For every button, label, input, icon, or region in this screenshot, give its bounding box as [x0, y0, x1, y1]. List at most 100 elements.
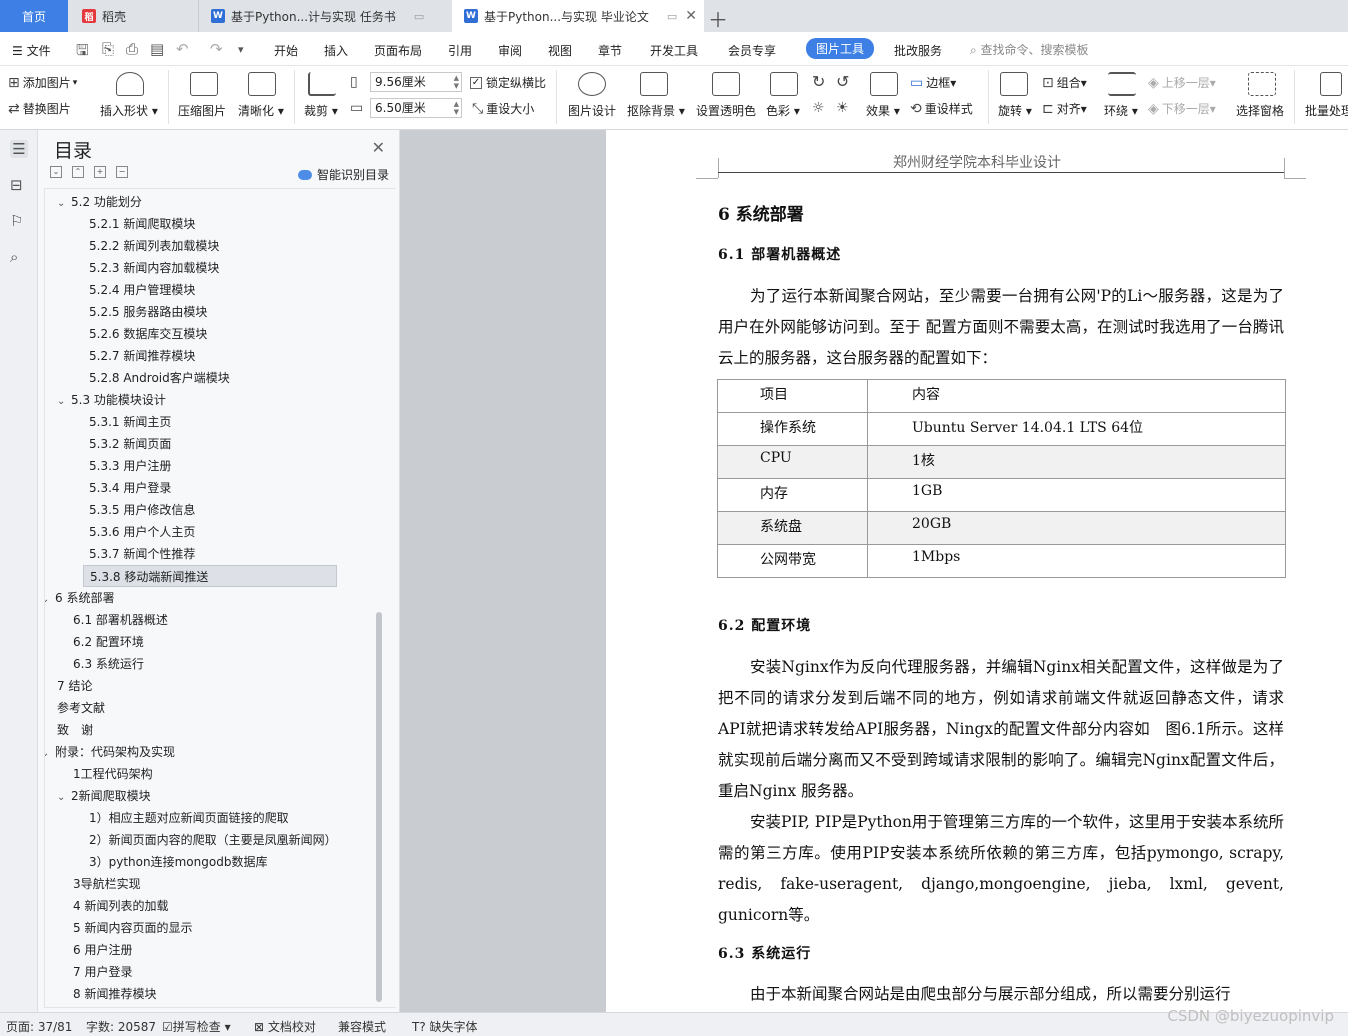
toc-item[interactable]: ⌄ 5.2 功能划分 [57, 191, 142, 213]
toc-panel-icon[interactable]: ☰ [10, 140, 28, 158]
monitor-icon[interactable]: ▭ [667, 10, 677, 23]
align-button[interactable]: ⊏ 对齐 ▾ [1042, 100, 1087, 117]
remove-background-button[interactable]: 抠除背景 ▾ [627, 102, 685, 119]
menu-chapter[interactable]: 章节 [598, 42, 622, 59]
reset-size-button[interactable]: ⤡ 重设大小 [472, 100, 534, 117]
toc-item[interactable]: 5.2.7 新闻推荐模块 [89, 345, 195, 367]
tab-docer[interactable]: 稻稻壳 [68, 0, 198, 32]
toc-item[interactable]: 8 新闻推荐模块 [73, 983, 156, 1005]
menu-member[interactable]: 会员专享 [728, 42, 776, 59]
bring-forward-button[interactable]: ◈ 上移一层 ▾ [1148, 74, 1216, 91]
toc-item[interactable]: 5 新闻内容页面的显示 [73, 917, 192, 939]
rotate-button[interactable]: 旋转 ▾ [998, 102, 1032, 119]
menu-review[interactable]: 审阅 [498, 42, 522, 59]
file-menu[interactable]: ☰ 文件 [12, 42, 51, 59]
toc-scrollbar[interactable] [376, 612, 382, 1002]
toc-item[interactable]: 5.2.8 Android客户端模块 [89, 367, 230, 389]
add-image-button[interactable]: ⊞ 添加图片 ▾ [8, 74, 77, 91]
toc-item[interactable]: 5.3.1 新闻主页 [89, 411, 171, 433]
toc-item[interactable]: ⌄ 2新闻爬取模块 [57, 785, 151, 807]
expand-all-icon[interactable]: ⌄ [50, 166, 62, 178]
menu-view[interactable]: 视图 [548, 42, 572, 59]
width-input[interactable]: 9.56厘米 ▲ ▼ [370, 72, 462, 92]
image-design-button[interactable]: 图片设计 [568, 102, 616, 119]
lock-aspect-checkbox[interactable]: ✓ 锁定纵横比 [470, 74, 546, 91]
chapter-nav-icon[interactable]: ⊟ [10, 176, 28, 194]
chevron-down-icon[interactable]: ⌄ [57, 391, 71, 413]
set-transparent-button[interactable]: 设置透明色 [696, 102, 756, 119]
toc-item[interactable]: 1工程代码架构 [73, 763, 153, 785]
spell-check-button[interactable]: ☑拼写检查 ▾ [162, 1018, 231, 1035]
tab-home[interactable]: 首页 [0, 0, 68, 32]
customize-chevron-icon[interactable]: ▾ [238, 43, 244, 56]
menu-references[interactable]: 引用 [448, 42, 472, 59]
toc-item[interactable]: 5.2.3 新闻内容加载模块 [89, 257, 219, 279]
close-tab-icon[interactable]: ✕ [685, 8, 697, 24]
toc-item[interactable]: ⌄附录：代码架构及实现 [45, 741, 175, 763]
toc-item[interactable]: 6.3 系统运行 [73, 653, 144, 675]
export-icon[interactable]: ⎘ [102, 40, 114, 58]
height-input[interactable]: 6.50厘米 ▲ ▼ [370, 98, 462, 118]
redo-icon[interactable]: ↷ [210, 40, 223, 58]
toc-item[interactable]: 6.1 部署机器概述 [73, 609, 168, 631]
toc-item[interactable]: 6 用户注册 [73, 939, 132, 961]
command-search[interactable]: ⌕ 查找命令、搜索模板 [970, 41, 1089, 58]
color-button[interactable]: 色彩 ▾ [766, 102, 800, 119]
reset-style-button[interactable]: ⟲ 重设样式 [910, 100, 973, 117]
spinner-arrows-icon[interactable]: ▲ ▼ [454, 74, 459, 90]
toc-item[interactable]: 7 结论 [57, 675, 92, 697]
preview-icon[interactable]: ▤ [150, 40, 164, 58]
toc-item[interactable]: 5.2.1 新闻爬取模块 [89, 213, 195, 235]
toc-item[interactable]: ⌄6 系统部署 [45, 587, 114, 611]
toc-item[interactable]: 5.3.8 移动端新闻推送 [83, 565, 337, 587]
replace-image-button[interactable]: ⇄ 替换图片 [8, 100, 71, 117]
group-button[interactable]: ⊡ 组合 ▾ [1042, 74, 1087, 91]
chevron-down-icon[interactable]: ⌄ [57, 193, 71, 215]
save-icon[interactable]: 🖫 [76, 40, 89, 65]
wrap-button[interactable]: 环绕 ▾ [1104, 102, 1138, 119]
collapse-all-icon[interactable]: ⌃ [72, 166, 84, 178]
toc-item[interactable]: 5.3.2 新闻页面 [89, 433, 171, 455]
toc-item[interactable]: 5.2.5 服务器路由模块 [89, 301, 207, 323]
undo-icon[interactable]: ↶ [176, 40, 189, 58]
insert-shape-button[interactable]: 插入形状 ▾ [100, 102, 158, 119]
toc-item[interactable]: 5.2.2 新闻列表加载模块 [89, 235, 219, 257]
toc-item[interactable]: 致 谢 [57, 719, 93, 741]
compress-image-button[interactable]: 压缩图片 [178, 102, 226, 119]
toc-item[interactable]: 4 新闻列表的加载 [73, 895, 168, 917]
rotate-left-icon[interactable]: ↻ [812, 72, 825, 91]
chevron-down-icon[interactable]: ⌄ [57, 787, 71, 809]
toc-item[interactable]: 5.3.5 用户修改信息 [89, 499, 195, 521]
batch-process-button[interactable]: 批量处理 [1305, 102, 1348, 119]
page-count[interactable]: 页面: 37/81 [6, 1018, 72, 1035]
menu-developer[interactable]: 开发工具 [650, 42, 698, 59]
spinner-arrows-icon[interactable]: ▲ ▼ [454, 100, 459, 116]
menu-page-layout[interactable]: 页面布局 [374, 42, 422, 59]
search-icon[interactable]: ⌕ [10, 248, 28, 266]
new-tab-icon[interactable]: ＋ [708, 4, 728, 33]
close-icon[interactable]: ✕ [372, 138, 385, 157]
toc-item[interactable]: 2）新闻页面内容的爬取（主要是凤凰新闻网） [89, 829, 337, 851]
monitor-icon[interactable]: ▭ [414, 10, 424, 23]
toc-item[interactable]: 5.2.6 数据库交互模块 [89, 323, 207, 345]
menu-home[interactable]: 开始 [274, 42, 298, 59]
effect-button[interactable]: 效果 ▾ [866, 102, 900, 119]
selection-pane-button[interactable]: 选择窗格 [1236, 102, 1284, 119]
toc-item[interactable]: 参考文献 [57, 697, 105, 719]
toc-item[interactable]: ⌄ 5.3 功能模块设计 [57, 389, 166, 411]
toc-item[interactable]: 5.3.3 用户注册 [89, 455, 171, 477]
toc-item[interactable]: 5.3.7 新闻个性推荐 [89, 543, 195, 565]
toc-item[interactable]: 3导航栏实现 [73, 873, 141, 895]
toc-item[interactable]: 6.2 配置环境 [73, 631, 144, 653]
missing-font-button[interactable]: T? 缺失字体 [412, 1018, 478, 1035]
toc-item[interactable]: 7 用户登录 [73, 961, 132, 983]
menu-insert[interactable]: 插入 [324, 42, 348, 59]
chevron-down-icon[interactable]: ⌄ [45, 589, 55, 611]
toc-item[interactable]: 5.3.4 用户登录 [89, 477, 171, 499]
brightness-icon[interactable]: ☼ [812, 100, 825, 116]
proofread-button[interactable]: ⊠ 文档校对 [254, 1018, 316, 1035]
border-button[interactable]: ▭ 边框 ▾ [910, 74, 956, 91]
crop-button[interactable]: 裁剪 ▾ [304, 102, 338, 119]
send-backward-button[interactable]: ◈ 下移一层 ▾ [1148, 100, 1216, 117]
remove-heading-icon[interactable]: − [116, 166, 128, 178]
